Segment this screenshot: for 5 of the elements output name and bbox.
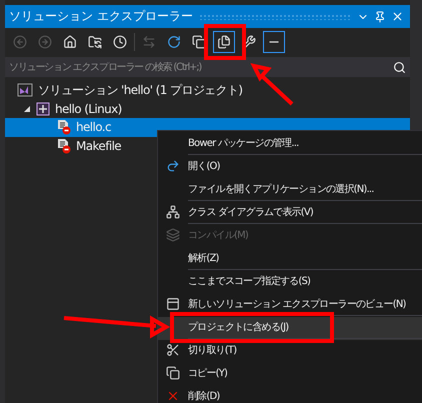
tree-label: Makefile xyxy=(76,138,122,153)
window-title: ソリューション エクスプローラー xyxy=(9,8,193,25)
tree-label: hello (Linux) xyxy=(55,102,122,116)
tree-label: ソリューション 'hello' (1 プロジェクト) xyxy=(38,82,242,99)
tree-label: hello.c xyxy=(76,120,111,134)
